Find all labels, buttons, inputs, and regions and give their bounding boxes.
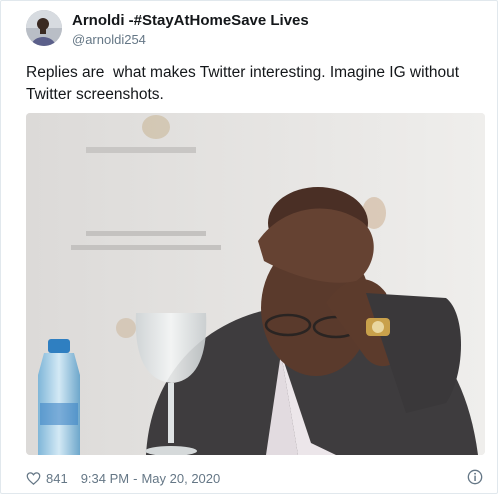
tweet-photo[interactable]	[26, 113, 485, 455]
tweet-date[interactable]: May 20, 2020	[141, 471, 220, 486]
tweet-text: Replies are what makes Twitter interesti…	[26, 64, 464, 103]
heart-icon[interactable]	[26, 471, 41, 486]
photo-image	[26, 113, 485, 455]
tweet-footer: 841 9:34 PM - May 20, 2020	[26, 468, 220, 488]
info-icon[interactable]	[467, 469, 483, 485]
avatar-image	[26, 10, 62, 46]
tweet-card: Arnoldi -#StayAtHomeSave Lives @arnoldi2…	[0, 0, 498, 494]
like-count[interactable]: 841	[46, 471, 68, 486]
tweet-time[interactable]: 9:34 PM	[81, 471, 129, 486]
display-name[interactable]: Arnoldi -#StayAtHomeSave Lives	[72, 12, 309, 29]
avatar[interactable]	[26, 10, 62, 46]
user-handle[interactable]: @arnoldi254	[72, 32, 146, 47]
time-separator: -	[133, 470, 138, 486]
